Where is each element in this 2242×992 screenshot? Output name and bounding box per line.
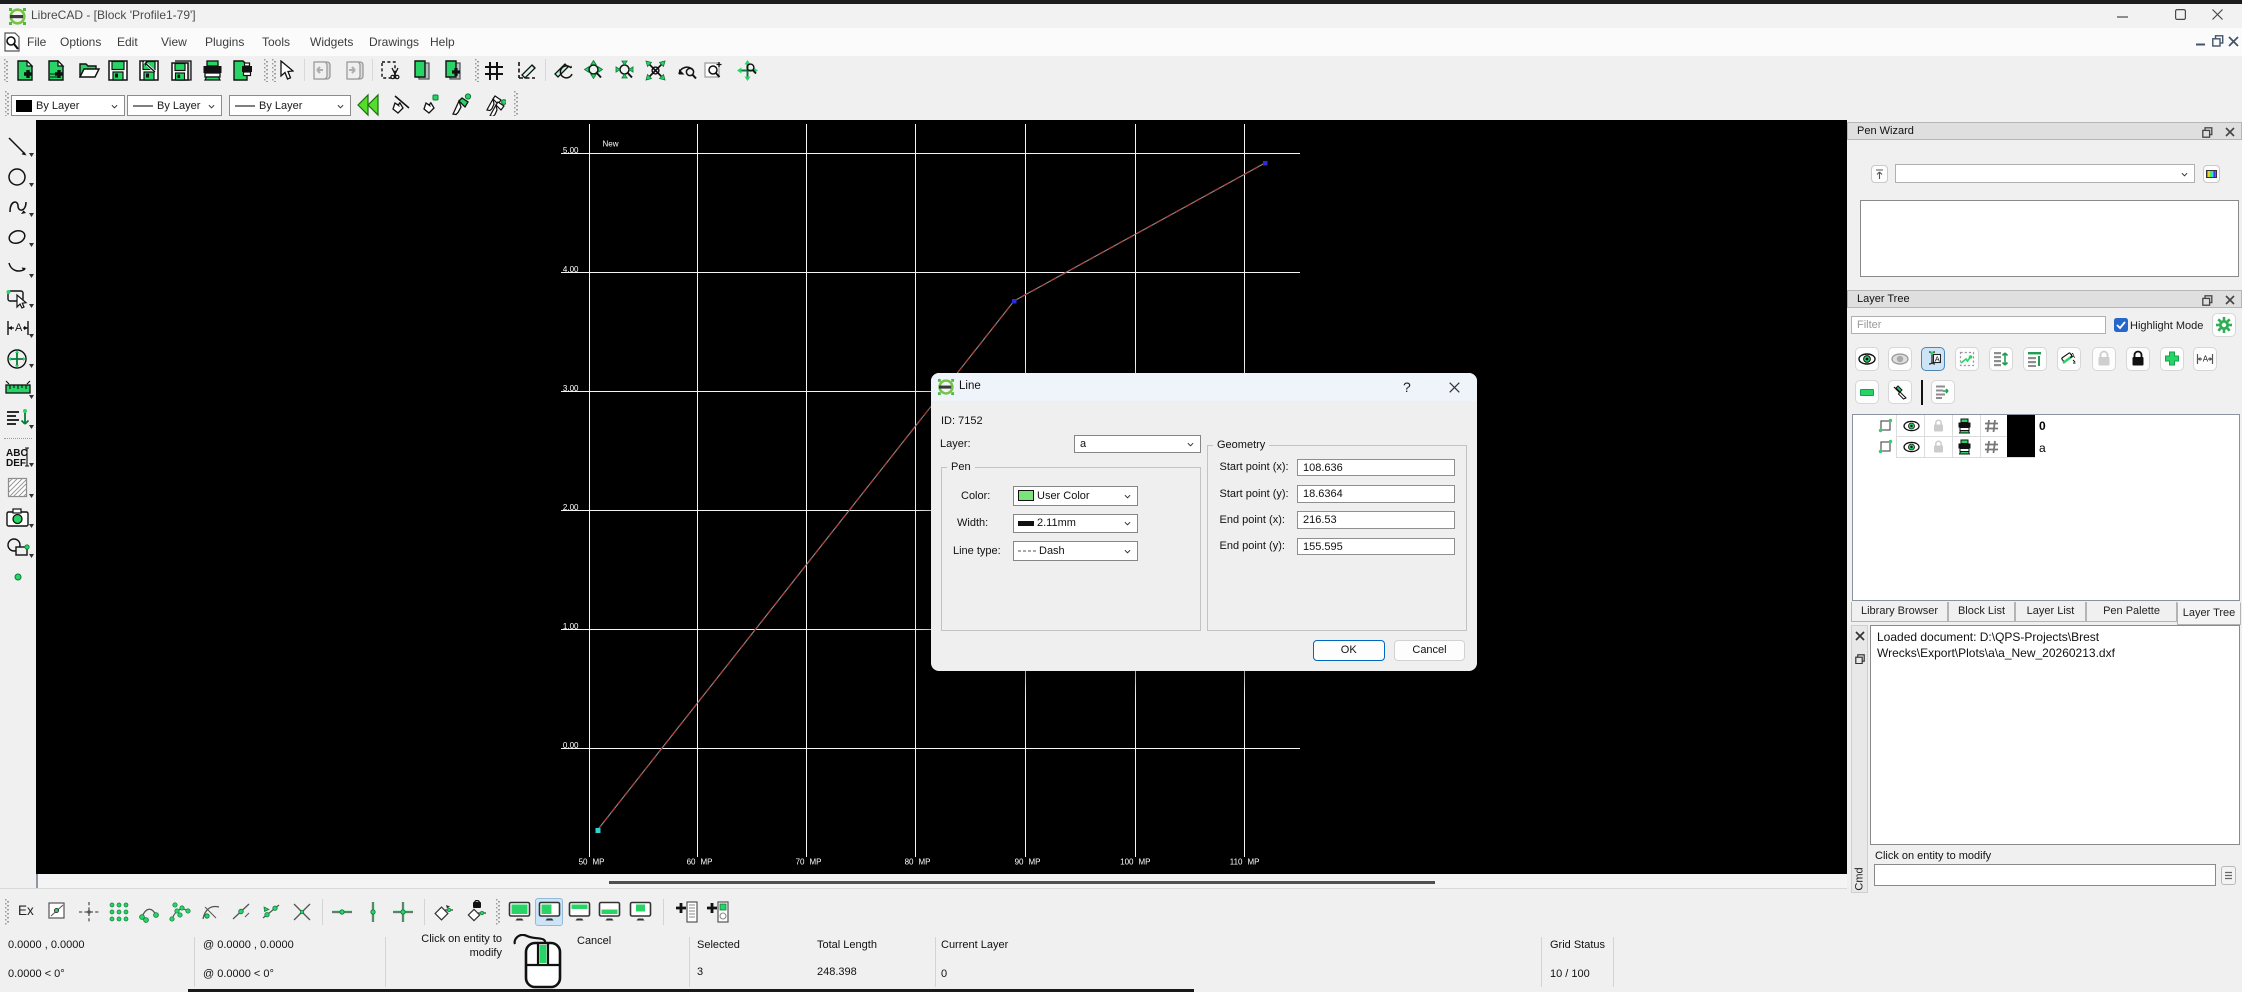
svg-text:50: 50 <box>579 858 588 867</box>
svg-text:70: 70 <box>796 858 805 867</box>
svg-text:MP: MP <box>593 858 605 867</box>
svg-text:1.00: 1.00 <box>563 622 579 631</box>
svg-text:90: 90 <box>1015 858 1024 867</box>
svg-text:New: New <box>603 140 619 149</box>
svg-text:4.00: 4.00 <box>563 265 579 274</box>
svg-text:MP: MP <box>701 858 713 867</box>
svg-text:60: 60 <box>687 858 696 867</box>
svg-text:2.00: 2.00 <box>563 503 579 512</box>
svg-text:80: 80 <box>905 858 914 867</box>
svg-text:110: 110 <box>1230 858 1243 867</box>
svg-text:0.00: 0.00 <box>563 741 579 750</box>
svg-text:DEF: DEF <box>6 458 26 468</box>
svg-text:MP: MP <box>810 858 822 867</box>
svg-text:MP: MP <box>1139 858 1151 867</box>
svg-text:3.00: 3.00 <box>563 384 579 393</box>
svg-text:MP: MP <box>1248 858 1260 867</box>
svg-text:100: 100 <box>1120 858 1134 867</box>
svg-text:5.00: 5.00 <box>563 146 579 155</box>
svg-text:A: A <box>15 322 23 334</box>
svg-text:MP: MP <box>919 858 931 867</box>
svg-text:MP: MP <box>1029 858 1041 867</box>
